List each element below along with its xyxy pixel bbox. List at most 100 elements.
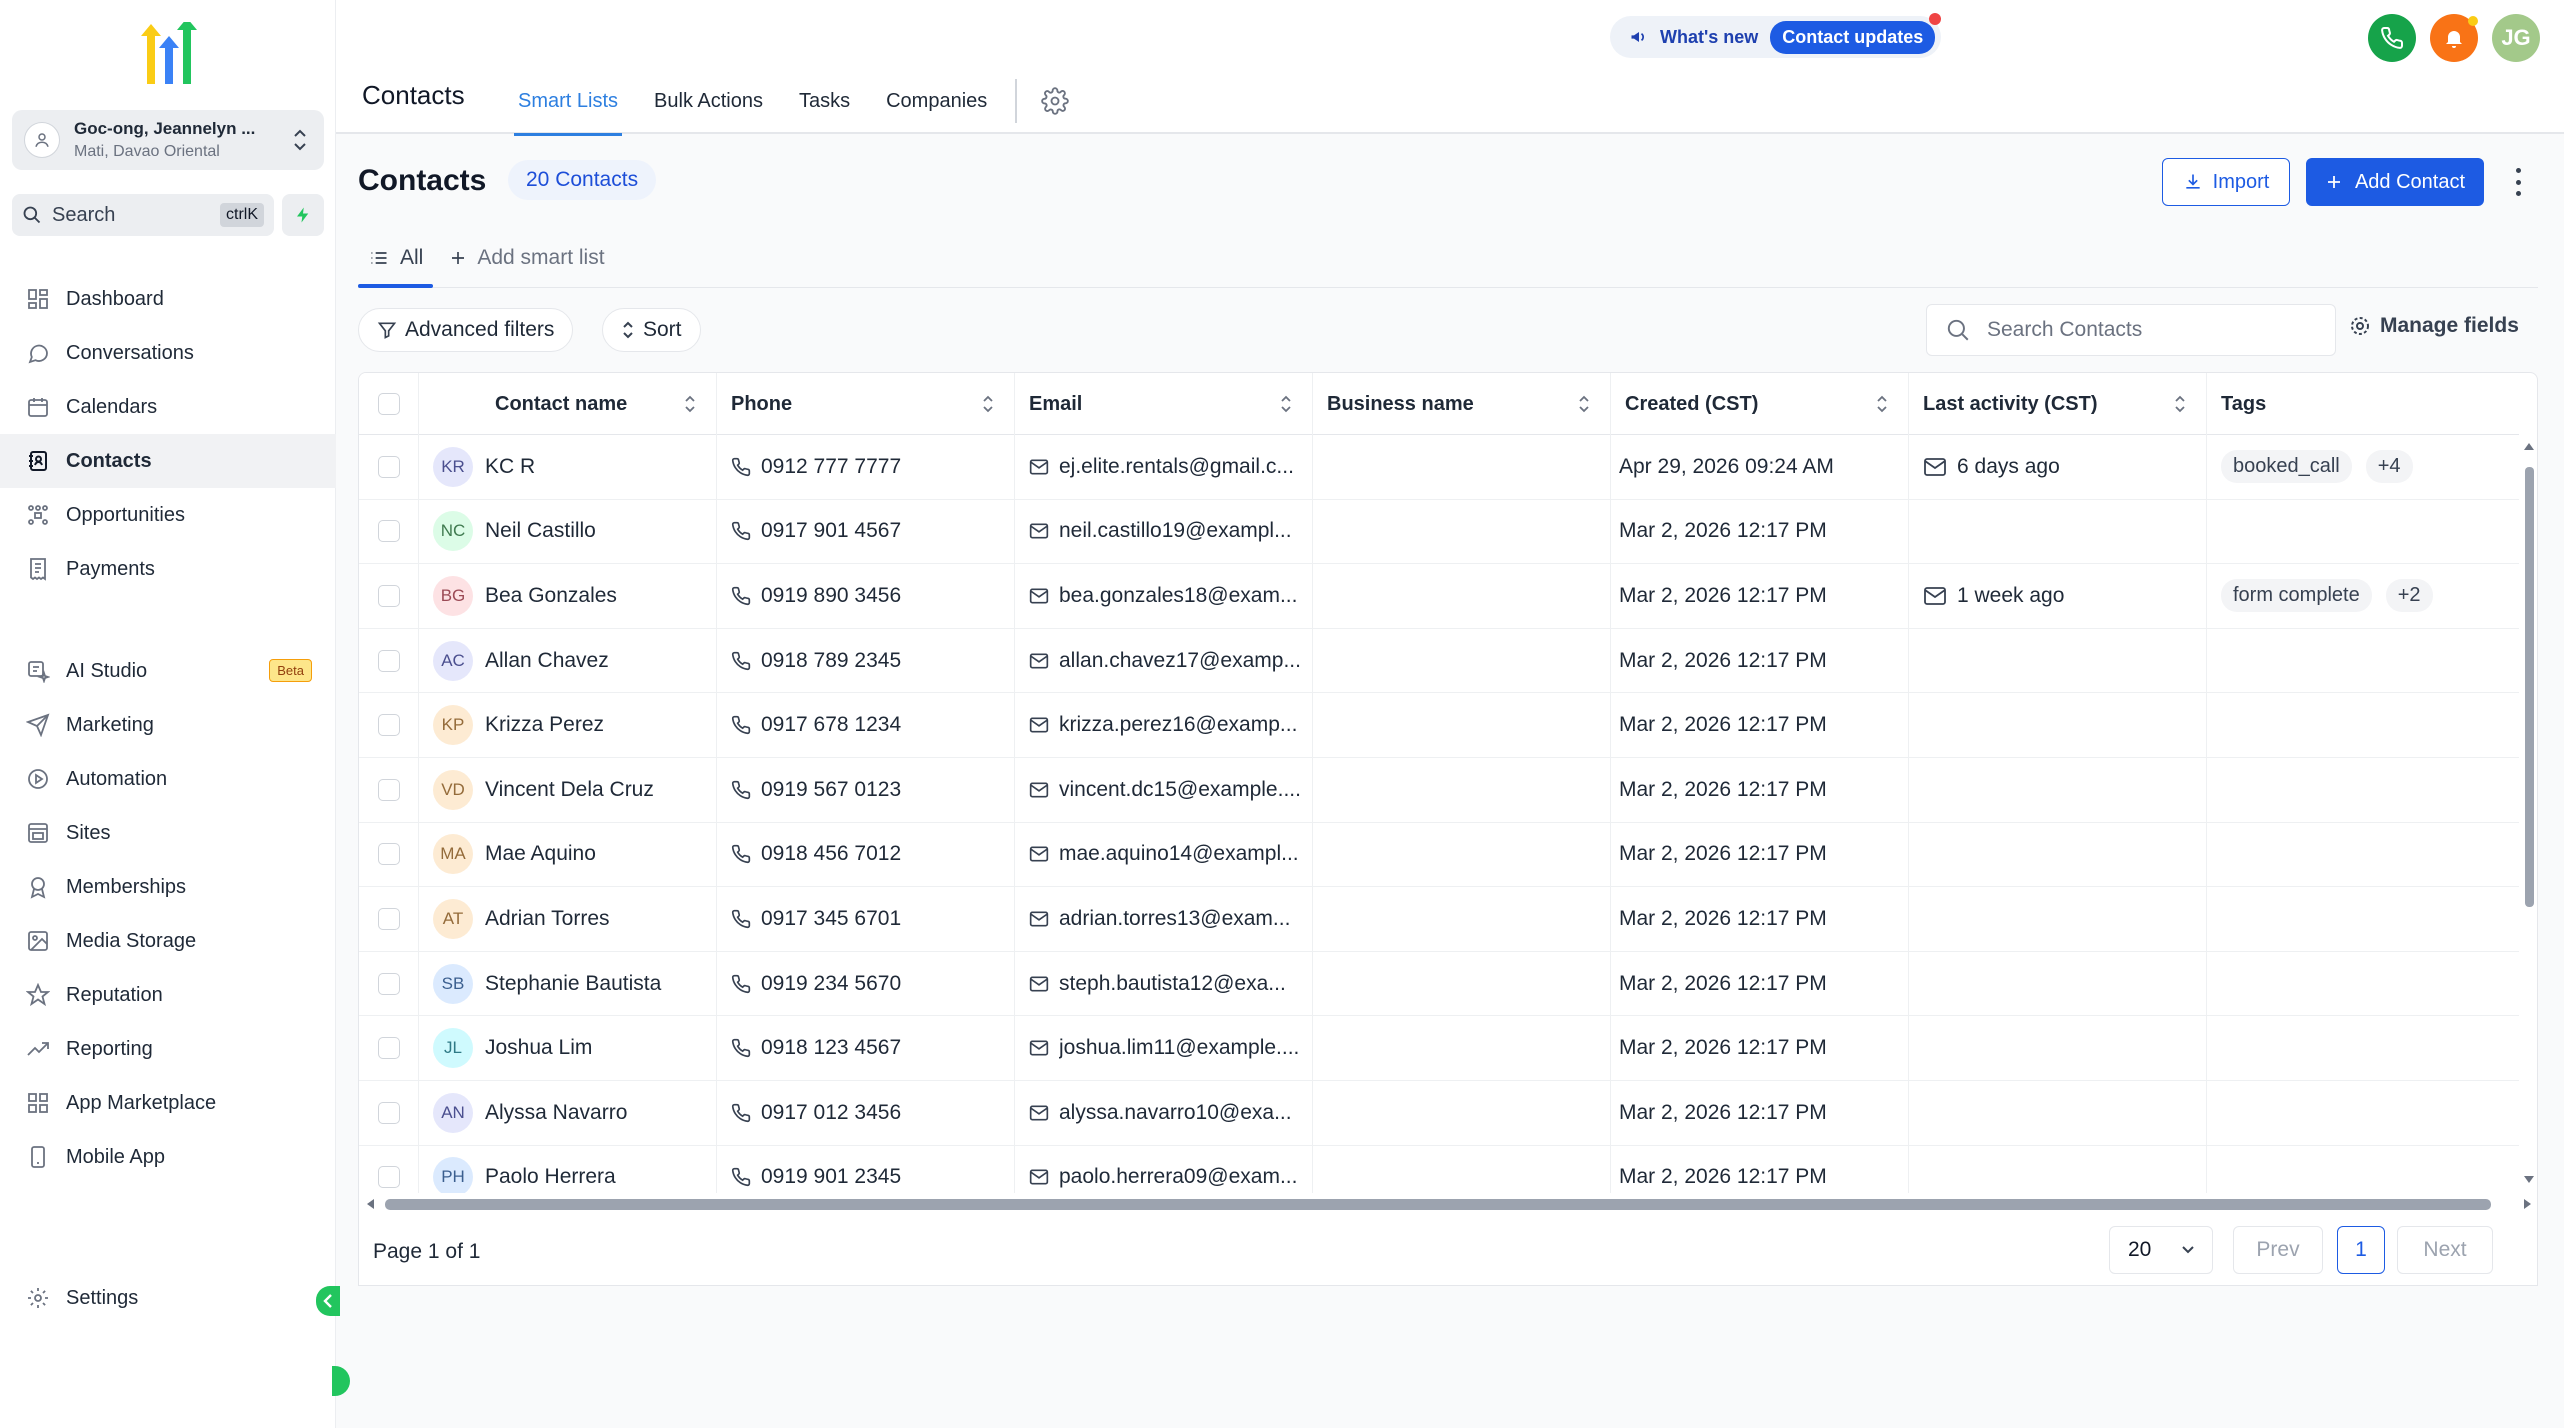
contact-name[interactable]: Adrian Torres	[485, 907, 610, 931]
cell-phone[interactable]: 0919 890 3456	[717, 564, 1015, 628]
add-contact-button[interactable]: Add Contact	[2306, 158, 2484, 206]
row-select-cell[interactable]	[359, 822, 419, 887]
cell-contact-name[interactable]: VD Vincent Dela Cruz	[419, 757, 717, 822]
sidebar-item-payments[interactable]: Payments	[0, 542, 336, 596]
header-select-all[interactable]	[359, 373, 419, 435]
cell-phone[interactable]: 0917 901 4567	[717, 499, 1015, 564]
row-checkbox[interactable]	[377, 778, 400, 801]
column-business-name[interactable]: Business name	[1313, 373, 1611, 435]
cell-business-name[interactable]	[1313, 757, 1611, 822]
sidebar-item-media-storage[interactable]: Media Storage	[0, 914, 336, 968]
manage-fields-button[interactable]: Manage fields	[2348, 314, 2519, 338]
cell-tags[interactable]	[2207, 693, 2519, 757]
contact-name[interactable]: Mae Aquino	[485, 842, 596, 866]
cell-business-name[interactable]	[1313, 1080, 1611, 1145]
sidebar-item-automation[interactable]: Automation	[0, 752, 336, 806]
row-checkbox[interactable]	[377, 1037, 400, 1060]
row-checkbox[interactable]	[377, 584, 400, 607]
app-logo[interactable]	[133, 18, 203, 86]
cell-phone[interactable]: 0917 678 1234	[717, 693, 1015, 757]
cell-phone[interactable]: 0919 234 5670	[717, 951, 1015, 1016]
row-checkbox[interactable]	[377, 455, 400, 478]
cell-tags[interactable]	[2207, 823, 2519, 887]
column-tags[interactable]: Tags	[2207, 373, 2519, 435]
table-row[interactable]: NC Neil Castillo 0917 901 4567 neil.castill…	[359, 499, 2519, 565]
row-select-cell[interactable]	[359, 951, 419, 1016]
sidebar-item-ai-studio[interactable]: AI Studio Beta	[0, 644, 336, 698]
row-select-cell[interactable]	[359, 499, 419, 564]
column-created[interactable]: Created (CST)	[1611, 373, 1909, 435]
cell-email[interactable]: neil.castillo19@exampl...	[1015, 499, 1313, 564]
row-checkbox[interactable]	[377, 972, 400, 995]
quick-actions-button[interactable]	[282, 194, 324, 236]
tab-bulk-actions[interactable]: Bulk Actions	[636, 68, 781, 134]
row-select-cell[interactable]	[359, 693, 419, 757]
tab-settings-button[interactable]	[1031, 68, 1079, 134]
contact-name[interactable]: Stephanie Bautista	[485, 972, 661, 996]
tag-more-chip[interactable]: +2	[2385, 579, 2433, 613]
contact-name[interactable]: Vincent Dela Cruz	[485, 778, 654, 802]
row-select-cell[interactable]	[359, 757, 419, 822]
contact-name[interactable]: KC R	[485, 455, 535, 479]
cell-email[interactable]: joshua.lim11@example....	[1015, 1016, 1313, 1080]
add-smart-list-button[interactable]: Add smart list	[439, 236, 614, 287]
row-select-cell[interactable]	[359, 564, 419, 628]
sidebar-item-sites[interactable]: Sites	[0, 806, 336, 860]
whats-new-pill[interactable]: What's new Contact updates	[1610, 12, 1942, 58]
sidebar-item-opportunities[interactable]: Opportunities	[0, 488, 336, 542]
cell-business-name[interactable]	[1313, 499, 1611, 564]
cell-tags[interactable]	[2207, 629, 2519, 693]
location-switcher[interactable]: Goc-ong, Jeannelyn ... Mati, Davao Orien…	[12, 110, 324, 170]
cell-email[interactable]: bea.gonzales18@exam...	[1015, 564, 1313, 628]
cell-tags[interactable]: booked_call +4	[2207, 435, 2519, 499]
cell-business-name[interactable]	[1313, 628, 1611, 693]
table-row[interactable]: MA Mae Aquino 0918 456 7012 mae.aquino14@ex…	[359, 822, 2519, 888]
cell-contact-name[interactable]: KR KC R	[419, 435, 717, 499]
horizontal-scroll-thumb[interactable]	[385, 1199, 2491, 1210]
cell-tags[interactable]	[2207, 758, 2519, 822]
cell-phone[interactable]: 0912 777 7777	[717, 435, 1015, 499]
sidebar-search[interactable]: Search ctrlK	[12, 194, 274, 236]
search-contacts-input[interactable]	[1987, 318, 2317, 342]
table-row[interactable]: AN Alyssa Navarro 0917 012 3456 alyssa.nava…	[359, 1080, 2519, 1146]
cell-phone[interactable]: 0917 012 3456	[717, 1080, 1015, 1145]
phone-button[interactable]	[2368, 14, 2416, 62]
cell-email[interactable]: adrian.torres13@exam...	[1015, 887, 1313, 951]
row-select-cell[interactable]	[359, 435, 419, 499]
cell-contact-name[interactable]: JL Joshua Lim	[419, 1016, 717, 1080]
cell-business-name[interactable]	[1313, 951, 1611, 1016]
tab-tasks[interactable]: Tasks	[781, 68, 868, 134]
cell-phone[interactable]: 0917 345 6701	[717, 887, 1015, 951]
vertical-scrollbar[interactable]	[2519, 435, 2537, 1193]
cell-tags[interactable]	[2207, 952, 2519, 1016]
tag-chip[interactable]: form complete	[2221, 579, 2372, 613]
search-contacts-field[interactable]	[1926, 304, 2336, 356]
cell-contact-name[interactable]: SB Stephanie Bautista	[419, 951, 717, 1016]
sidebar-item-calendars[interactable]: Calendars	[0, 380, 336, 434]
cell-email[interactable]: allan.chavez17@examp...	[1015, 628, 1313, 693]
subtab-all[interactable]: All	[358, 236, 434, 288]
cell-phone[interactable]: 0918 123 4567	[717, 1016, 1015, 1080]
row-checkbox[interactable]	[377, 714, 400, 737]
row-select-cell[interactable]	[359, 887, 419, 951]
sidebar-item-dashboard[interactable]: Dashboard	[0, 272, 336, 326]
tag-chip[interactable]: booked_call	[2221, 450, 2352, 484]
next-page-button[interactable]: Next	[2397, 1226, 2493, 1274]
cell-business-name[interactable]	[1313, 435, 1611, 499]
cell-email[interactable]: mae.aquino14@exampl...	[1015, 822, 1313, 887]
cell-tags[interactable]	[2207, 1081, 2519, 1145]
page-1-button[interactable]: 1	[2337, 1226, 2385, 1274]
sidebar-item-mobile-app[interactable]: Mobile App	[0, 1130, 336, 1184]
row-checkbox[interactable]	[377, 520, 400, 543]
contact-name[interactable]: Alyssa Navarro	[485, 1101, 627, 1125]
sidebar-item-marketing[interactable]: Marketing	[0, 698, 336, 752]
cell-contact-name[interactable]: AC Allan Chavez	[419, 628, 717, 693]
column-email[interactable]: Email	[1015, 373, 1313, 435]
cell-tags[interactable]	[2207, 887, 2519, 951]
cell-business-name[interactable]	[1313, 1016, 1611, 1080]
table-row[interactable]: VD Vincent Dela Cruz 0919 567 0123 vincent.…	[359, 757, 2519, 823]
table-row[interactable]: AT Adrian Torres 0917 345 6701 adrian.torre…	[359, 887, 2519, 952]
contact-name[interactable]: Krizza Perez	[485, 713, 604, 737]
cell-email[interactable]: steph.bautista12@exa...	[1015, 951, 1313, 1016]
tag-more-chip[interactable]: +4	[2365, 450, 2413, 484]
